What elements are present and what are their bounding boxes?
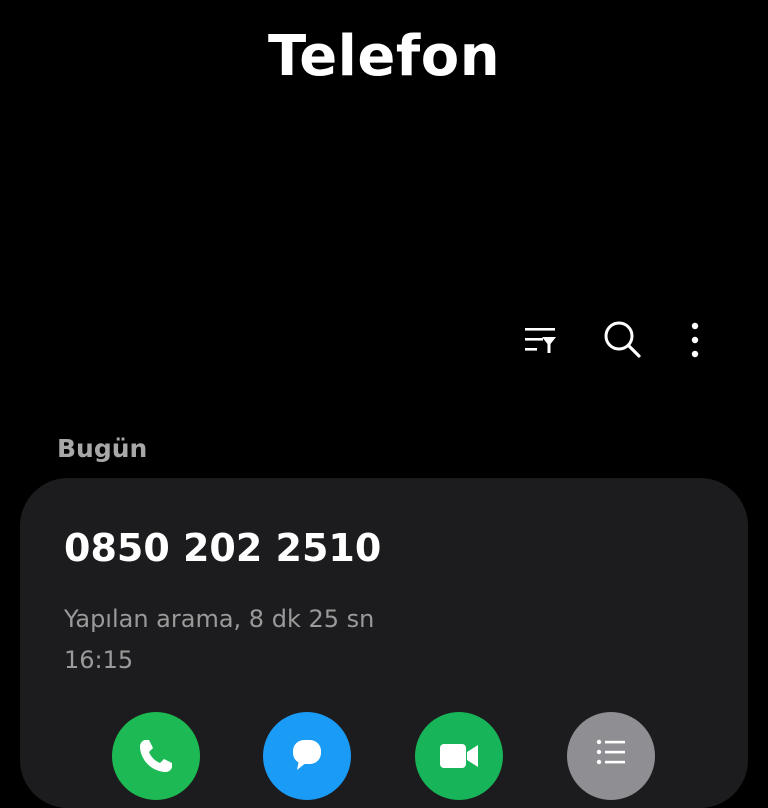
details-button[interactable]: [567, 712, 655, 800]
section-label-today: Bugün: [57, 434, 148, 463]
call-button[interactable]: [112, 712, 200, 800]
more-options-icon: [691, 322, 699, 358]
more-options-button[interactable]: [670, 315, 720, 365]
filter-button[interactable]: [516, 315, 566, 365]
toolbar: [510, 315, 740, 365]
call-log-entry-card[interactable]: 0850 202 2510 Yapılan arama, 8 dk 25 sn …: [20, 478, 748, 808]
call-number: 0850 202 2510: [64, 526, 382, 570]
call-detail: Yapılan arama, 8 dk 25 sn: [64, 605, 375, 633]
call-time: 16:15: [64, 646, 134, 674]
message-icon: [293, 740, 321, 770]
video-icon: [440, 744, 478, 768]
search-icon: [604, 321, 641, 358]
message-button[interactable]: [263, 712, 351, 800]
list-icon: [596, 739, 625, 765]
filter-icon: [525, 328, 556, 353]
search-button[interactable]: [598, 315, 648, 365]
video-call-button[interactable]: [415, 712, 503, 800]
page-title: Telefon: [267, 24, 501, 89]
phone-icon: [140, 740, 172, 772]
